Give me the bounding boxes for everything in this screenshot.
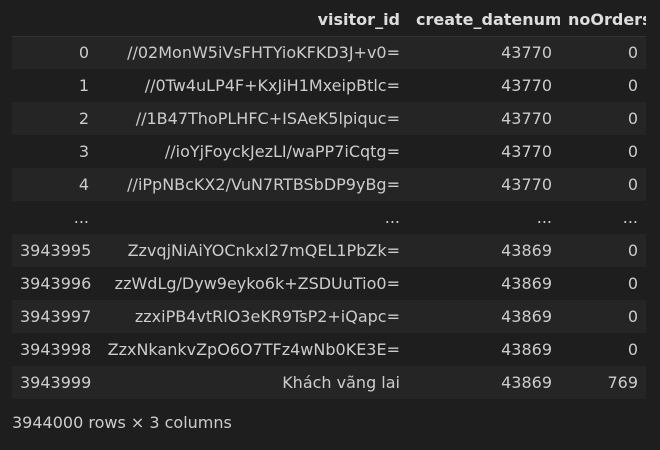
visitor-id-cell: zzxiPB4vtRlO3eKR9TsP2+iQapc= [134, 307, 400, 326]
row-index: 0 [78, 43, 89, 63]
row-index: 3 [78, 142, 89, 161]
create-datenum-cell: 43869 [501, 307, 552, 326]
no-orders-cell: 0 [627, 76, 638, 95]
header-index [12, 4, 97, 37]
create-datenum-cell: 43869 [501, 340, 552, 359]
no-orders-cell: 0 [627, 241, 638, 260]
visitor-id-cell: zzWdLg/Dyw9eyko6k+ZSDUuTio0= [114, 274, 400, 293]
visitor-id-cell: Khách vãng lai [282, 373, 400, 392]
header-row: visitor_id create_datenum noOrders [12, 4, 646, 37]
visitor-id-cell: //iPpNBcKX2/VuN7RTBSbDP9yBg= [127, 175, 400, 194]
row-index: ... [73, 208, 89, 227]
visitor-id-cell: ZzvqjNiAiYOCnkxl27mQEL1PbZk= [127, 241, 400, 260]
header-no-orders: noOrders [560, 4, 646, 37]
shape-summary: 3944000 rows × 3 columns [12, 413, 232, 432]
table-row: 3943996 zzWdLg/Dyw9eyko6k+ZSDUuTio0= 43869… [12, 267, 646, 300]
no-orders-cell: 0 [627, 340, 638, 359]
create-datenum-cell: 43869 [501, 241, 552, 260]
no-orders-cell: 0 [627, 43, 638, 63]
visitor-id-cell: ZzxNkankvZpO6O7TFz4wNb0KE3E= [107, 340, 400, 359]
visitor-id-cell: ... [384, 208, 400, 227]
create-datenum-cell: 43770 [501, 109, 552, 128]
no-orders-cell: ... [622, 208, 638, 227]
no-orders-cell: 0 [627, 142, 638, 161]
create-datenum-cell: 43770 [501, 175, 552, 194]
table-header: visitor_id create_datenum noOrders [12, 4, 646, 37]
create-datenum-cell: 43770 [501, 142, 552, 161]
visitor-id-cell: //0Tw4uLP4F+KxJiH1MxeipBtlc= [144, 76, 400, 95]
header-create-datenum: create_datenum [408, 4, 560, 37]
header-visitor-id: visitor_id [97, 4, 408, 37]
no-orders-cell: 769 [607, 373, 638, 392]
create-datenum-cell: 43770 [501, 43, 552, 63]
create-datenum-cell: 43869 [501, 373, 552, 392]
row-index: 3943997 [20, 307, 92, 326]
row-index: 3943996 [20, 274, 92, 293]
row-index: 2 [78, 109, 89, 128]
row-index: 3943995 [20, 241, 92, 260]
table-row: 0 //02MonW5iVsFHTYioKFKD3J+v0= 43770 0 [12, 36, 646, 69]
no-orders-cell: 0 [627, 109, 638, 128]
table-row: 1 //0Tw4uLP4F+KxJiH1MxeipBtlc= 43770 0 [12, 69, 646, 102]
dataframe-output: visitor_id create_datenum noOrders 0 //02… [0, 0, 660, 432]
visitor-id-cell: //ioYjFoyckJezLI/waPP7iCqtg= [164, 142, 400, 161]
visitor-id-cell: //02MonW5iVsFHTYioKFKD3J+v0= [127, 43, 400, 63]
visitor-id-cell: //1B47ThoPLHFC+ISAeK5lpiquc= [135, 109, 400, 128]
row-index: 3943999 [20, 373, 92, 392]
table-row: 3 //ioYjFoyckJezLI/waPP7iCqtg= 43770 0 [12, 135, 646, 168]
table-row: 3943997 zzxiPB4vtRlO3eKR9TsP2+iQapc= 43869… [12, 300, 646, 333]
no-orders-cell: 0 [627, 307, 638, 326]
row-index: 4 [78, 175, 89, 194]
table-row: 3943999 Khách vãng lai 43869 769 [12, 366, 646, 399]
create-datenum-cell: ... [536, 208, 552, 227]
dataframe-table: visitor_id create_datenum noOrders 0 //02… [12, 4, 646, 399]
table-row: 3943995 ZzvqjNiAiYOCnkxl27mQEL1PbZk= 43869… [12, 234, 646, 267]
table-row: 2 //1B47ThoPLHFC+ISAeK5lpiquc= 43770 0 [12, 102, 646, 135]
table-body: 0 //02MonW5iVsFHTYioKFKD3J+v0= 43770 0 1 //0T… [12, 36, 646, 399]
row-index: 3943998 [20, 340, 92, 359]
table-row: 3943998 ZzxNkankvZpO6O7TFz4wNb0KE3E= 43869… [12, 333, 646, 366]
no-orders-cell: 0 [627, 274, 638, 293]
create-datenum-cell: 43770 [501, 76, 552, 95]
create-datenum-cell: 43869 [501, 274, 552, 293]
no-orders-cell: 0 [627, 175, 638, 194]
table-row: ............ [12, 201, 646, 234]
row-index: 1 [78, 76, 89, 95]
table-row: 4 //iPpNBcKX2/VuN7RTBSbDP9yBg= 43770 0 [12, 168, 646, 201]
